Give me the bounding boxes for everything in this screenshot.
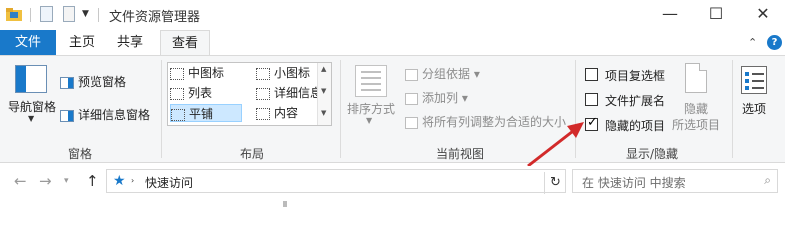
chevron-down-icon[interactable]: ▼ — [28, 114, 34, 123]
search-placeholder: 在 快速访问 中搜索 — [582, 176, 686, 190]
item-checkboxes-label: 项目复选框 — [605, 69, 666, 83]
navigation-pane-icon[interactable] — [15, 65, 47, 93]
address-row: ← → ▾ ↑ ★ › 快速访问 ▾ ↻ 在 快速访问 中搜索 ⌕ — [0, 166, 785, 196]
preview-pane-icon — [60, 76, 74, 89]
search-input[interactable]: 在 快速访问 中搜索 ⌕ — [572, 169, 778, 193]
tab-view[interactable]: 查看 — [160, 30, 210, 56]
file-extensions-checkbox[interactable] — [585, 93, 598, 106]
preview-pane-button[interactable]: 预览窗格 — [60, 72, 126, 92]
help-icon[interactable]: ? — [767, 35, 782, 50]
scroll-up-icon[interactable]: ▲ — [321, 65, 326, 73]
hide-selected-icon[interactable] — [685, 63, 707, 93]
sort-by-icon[interactable] — [355, 65, 387, 97]
folder-icon[interactable] — [6, 7, 22, 21]
up-arrow-icon[interactable]: ↑ — [86, 172, 99, 190]
details-pane-icon — [60, 109, 74, 122]
tab-file[interactable]: 文件 — [0, 30, 56, 55]
new-folder-icon[interactable] — [63, 6, 75, 22]
chevron-down-icon[interactable]: ▼ — [366, 116, 372, 125]
group-by-icon — [405, 68, 418, 81]
title-bar: ▼ 文件资源管理器 — ☐ ✕ — [0, 0, 785, 30]
group-label-current-view: 当前视图 — [436, 147, 485, 161]
ribbon-panel: 导航窗格 ▼ 预览窗格 详细信息窗格 窗格 中图标 小图标 列表 详细信息 平铺… — [0, 55, 785, 163]
file-extensions-label: 文件扩展名 — [605, 94, 666, 108]
tab-share[interactable]: 共享 — [110, 30, 150, 55]
expand-gallery-icon[interactable]: ▼ — [321, 109, 326, 117]
add-columns-icon — [405, 92, 418, 105]
toolbar-separator — [98, 8, 99, 22]
group-separator — [732, 60, 733, 158]
mouse-cursor-icon — [283, 201, 287, 207]
options-icon[interactable] — [741, 66, 767, 94]
layout-gallery: 中图标 小图标 列表 详细信息 平铺 内容 ▲ ▼ ▼ — [167, 62, 332, 126]
customize-toolbar-icon[interactable]: ▼ — [82, 9, 89, 19]
chevron-right-icon[interactable]: › — [131, 176, 134, 185]
list-icon — [170, 87, 184, 100]
hide-selected-label-2[interactable]: 所选项目 — [672, 116, 720, 133]
toolbar-separator — [30, 8, 31, 22]
hide-selected-label-1[interactable]: 隐藏 — [684, 100, 708, 117]
maximize-button[interactable]: ☐ — [706, 4, 726, 24]
checkmark-icon: ✓ — [587, 115, 598, 130]
ribbon-tabs: 文件 主页 共享 查看 ⌃ ? — [0, 30, 785, 56]
refresh-icon[interactable]: ↻ — [544, 172, 566, 194]
collapse-ribbon-icon[interactable]: ⌃ — [748, 36, 757, 49]
group-label-show-hide: 显示/隐藏 — [626, 147, 679, 161]
group-label-layout: 布局 — [240, 147, 265, 161]
details-pane-button[interactable]: 详细信息窗格 — [60, 105, 150, 125]
group-separator — [575, 60, 576, 158]
layout-scrollbar[interactable]: ▲ ▼ ▼ — [317, 63, 331, 125]
size-all-columns-button[interactable]: 将所有列调整为合适的大小 — [405, 112, 566, 132]
hidden-items-checkbox[interactable]: ✓ — [585, 115, 598, 131]
quick-access-star-icon: ★ — [113, 173, 126, 189]
details-icon — [256, 87, 270, 100]
navigation-pane-button[interactable]: 导航窗格 — [8, 98, 56, 115]
tiles-icon — [171, 108, 185, 121]
size-columns-icon — [405, 116, 418, 129]
close-button[interactable]: ✕ — [753, 4, 773, 24]
layout-medium-icons[interactable]: 中图标 — [170, 64, 250, 82]
address-path[interactable]: 快速访问 — [145, 174, 193, 191]
options-button[interactable]: 选项 — [742, 100, 766, 117]
item-checkboxes-checkbox[interactable] — [585, 68, 598, 81]
tab-home[interactable]: 主页 — [62, 30, 102, 55]
scroll-down-icon[interactable]: ▼ — [321, 87, 326, 95]
content-icon — [256, 107, 270, 120]
layout-list[interactable]: 列表 — [170, 84, 250, 102]
window-title: 文件资源管理器 — [109, 10, 201, 25]
address-bar[interactable]: ★ › 快速访问 ▾ ↻ — [106, 169, 641, 194]
medium-icons-icon — [170, 67, 184, 80]
layout-tiles[interactable]: 平铺 — [170, 104, 242, 122]
small-icons-icon — [256, 67, 270, 80]
group-separator — [161, 60, 162, 158]
back-arrow-icon[interactable]: ← — [14, 172, 27, 190]
properties-icon[interactable] — [40, 6, 53, 22]
group-by-button[interactable]: 分组依据 ▾ — [405, 64, 480, 84]
add-columns-button[interactable]: 添加列 ▾ — [405, 88, 468, 108]
forward-arrow-icon[interactable]: → — [39, 172, 52, 190]
recent-locations-icon[interactable]: ▾ — [64, 176, 69, 186]
minimize-button[interactable]: — — [660, 4, 680, 24]
sort-by-button[interactable]: 排序方式 — [347, 100, 395, 117]
group-separator — [340, 60, 341, 158]
hidden-items-label: 隐藏的项目 — [605, 119, 666, 133]
group-label-panes: 窗格 — [68, 147, 93, 161]
search-icon[interactable]: ⌕ — [764, 173, 771, 188]
